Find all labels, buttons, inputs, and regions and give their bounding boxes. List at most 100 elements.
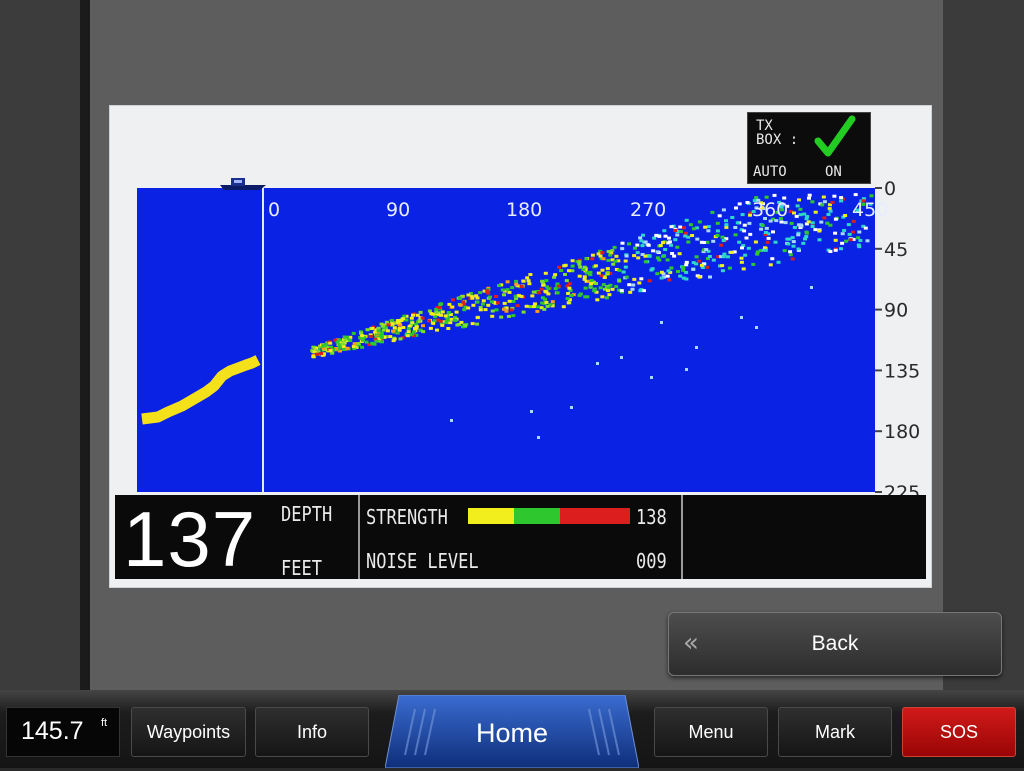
sonar-return	[594, 282, 598, 285]
sonar-return	[813, 228, 818, 232]
sonar-return	[806, 220, 811, 224]
sonar-return	[643, 240, 648, 244]
sonar-return	[657, 258, 662, 262]
sonar-return	[348, 339, 353, 342]
sonar-return	[635, 243, 640, 247]
sonar-display: 0 90 180 270 360 450 0 45 90 135 180 225 TX BOX : A…	[109, 105, 932, 588]
sonar-return	[766, 236, 771, 240]
sonar-return	[567, 286, 572, 290]
sonar-return	[688, 223, 693, 227]
sonar-return	[541, 283, 546, 287]
sonar-return	[607, 293, 612, 297]
sonar-return	[678, 225, 683, 229]
sonar-return	[535, 309, 540, 313]
sonar-return	[328, 341, 333, 345]
sonar-return	[494, 308, 499, 312]
sonar-return	[447, 302, 452, 306]
sonar-return	[810, 221, 815, 225]
sonar-return	[535, 305, 540, 309]
sonar-return	[533, 302, 537, 306]
sonar-return	[651, 249, 656, 253]
sonar-return	[636, 256, 641, 260]
sonar-return	[606, 289, 610, 293]
strength-bar-green	[514, 508, 560, 524]
sonar-return	[706, 225, 711, 229]
sonar-return	[545, 304, 550, 308]
sonar-return	[530, 410, 533, 413]
sonar-return	[776, 260, 781, 264]
sonar-return	[770, 257, 775, 261]
sonar-return	[577, 262, 582, 266]
sonar-return	[319, 352, 324, 355]
sonar-return	[833, 238, 838, 242]
sonar-return	[628, 290, 633, 294]
sonar-return	[669, 225, 674, 229]
sonar-return	[352, 342, 357, 346]
sonar-return	[842, 229, 847, 232]
sonar-return	[715, 221, 720, 225]
sonar-return	[552, 275, 557, 279]
sonar-return	[655, 250, 660, 254]
sonar-return	[821, 195, 826, 199]
sonar-return	[537, 436, 540, 439]
strip-divider	[358, 495, 360, 579]
sonar-return	[311, 355, 316, 359]
sonar-return	[848, 238, 853, 242]
sonar-return	[705, 265, 709, 269]
sonar-return	[570, 264, 575, 268]
sonar-return	[598, 286, 603, 290]
sonar-return	[791, 240, 796, 244]
waypoints-button[interactable]: Waypoints	[131, 707, 246, 757]
info-button[interactable]: Info	[255, 707, 369, 757]
sonar-return	[589, 279, 594, 282]
sonar-return	[675, 245, 680, 249]
sonar-return	[526, 279, 531, 283]
sonar-return	[481, 299, 486, 303]
sonar-return	[593, 264, 598, 268]
sonar-return	[351, 331, 356, 335]
sonar-return	[783, 221, 788, 225]
sonar-return	[613, 259, 618, 263]
sonar-return	[620, 356, 623, 359]
sonar-return	[683, 231, 688, 235]
range-tick-label: 270	[630, 199, 666, 221]
sonar-return	[790, 236, 795, 240]
sonar-return	[832, 194, 837, 198]
sonar-return	[830, 200, 835, 204]
menu-button[interactable]: Menu	[654, 707, 768, 757]
sonar-return	[360, 334, 365, 338]
back-button[interactable]: « Back	[668, 612, 1002, 676]
sonar-return	[555, 291, 560, 295]
sonar-return	[711, 258, 716, 262]
sonar-return	[530, 294, 535, 298]
sonar-return	[623, 259, 628, 263]
sonar-return	[684, 270, 689, 274]
tx-box-line1: TX	[756, 118, 773, 134]
home-button[interactable]: Home	[385, 695, 639, 768]
mark-button[interactable]: Mark	[778, 707, 892, 757]
sos-button[interactable]: SOS	[902, 707, 1016, 757]
sonar-return	[788, 250, 793, 254]
sonar-return	[810, 200, 815, 204]
sonar-return	[856, 243, 861, 247]
sonar-return	[620, 241, 625, 245]
sonar-return	[704, 248, 709, 251]
sonar-return	[669, 243, 673, 247]
sonar-return	[643, 260, 648, 264]
sonar-return	[608, 253, 613, 257]
sonar-return	[721, 239, 726, 242]
sonar-return	[494, 295, 499, 298]
sonar-return	[617, 268, 622, 272]
sonar-return	[807, 196, 811, 200]
speed-readout[interactable]: 145.7 ft	[6, 707, 120, 757]
depth-scale-label: 45	[884, 239, 908, 261]
sonar-return	[610, 287, 615, 291]
sonar-return	[631, 283, 636, 287]
sonar-return	[570, 259, 575, 263]
sonar-return	[311, 345, 316, 349]
sonar-return	[685, 368, 688, 371]
sonar-return	[543, 271, 548, 275]
range-tick-label: 180	[506, 199, 542, 221]
sonar-return	[532, 305, 536, 309]
sonar-return	[596, 271, 601, 275]
